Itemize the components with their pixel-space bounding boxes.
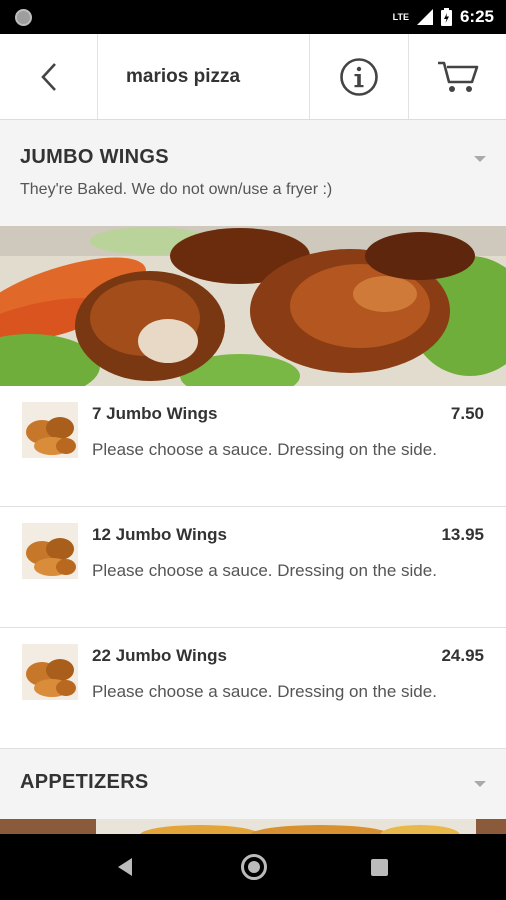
info-icon bbox=[340, 57, 378, 96]
item-description: Please choose a sauce. Dressing on the s… bbox=[92, 561, 437, 580]
item-name: 7 Jumbo Wings bbox=[92, 404, 218, 423]
caret-down-icon[interactable] bbox=[474, 156, 486, 162]
app-toolbar: marios pizza bbox=[0, 34, 506, 120]
item-description: Please choose a sauce. Dressing on the s… bbox=[92, 682, 437, 701]
nav-recents-icon[interactable] bbox=[371, 859, 388, 876]
section-description: They're Baked. We do not own/use a fryer… bbox=[20, 181, 333, 198]
clock: 6:25 bbox=[459, 7, 494, 26]
section-title: JUMBO WINGS bbox=[20, 146, 169, 168]
nav-home-icon[interactable] bbox=[241, 854, 267, 880]
item-name: 22 Jumbo Wings bbox=[92, 646, 227, 665]
battery-icon bbox=[440, 8, 452, 26]
menu-item[interactable]: 22 Jumbo Wings 24.95 Please choose a sau… bbox=[0, 628, 506, 749]
status-bar: LTE 6:25 bbox=[0, 0, 506, 34]
item-description: Please choose a sauce. Dressing on the s… bbox=[92, 440, 437, 459]
signal-icon bbox=[416, 9, 433, 25]
section-header-jumbo-wings[interactable]: JUMBO WINGS They're Baked. We do not own… bbox=[0, 120, 506, 226]
system-nav-bar bbox=[0, 834, 506, 900]
section-hero-image bbox=[0, 819, 506, 834]
menu-content[interactable]: JUMBO WINGS They're Baked. We do not own… bbox=[0, 120, 506, 834]
section-hero-image bbox=[0, 226, 506, 386]
nav-back-icon[interactable] bbox=[118, 858, 132, 876]
notification-icon bbox=[15, 9, 32, 26]
cart-icon bbox=[437, 61, 478, 92]
item-name: 12 Jumbo Wings bbox=[92, 525, 227, 544]
menu-item[interactable]: 7 Jumbo Wings 7.50 Please choose a sauce… bbox=[0, 386, 506, 507]
caret-down-icon[interactable] bbox=[474, 781, 486, 787]
network-type: LTE bbox=[392, 12, 409, 22]
menu-item[interactable]: 12 Jumbo Wings 13.95 Please choose a sau… bbox=[0, 507, 506, 628]
chevron-left-icon bbox=[40, 62, 56, 91]
restaurant-title: marios pizza bbox=[98, 34, 310, 119]
item-price: 24.95 bbox=[441, 646, 484, 665]
item-price: 7.50 bbox=[450, 404, 484, 423]
item-price: 13.95 bbox=[441, 525, 484, 544]
section-title: APPETIZERS bbox=[20, 771, 149, 793]
back-button[interactable] bbox=[0, 34, 98, 119]
section-header-appetizers[interactable]: APPETIZERS bbox=[0, 749, 506, 819]
cart-button[interactable] bbox=[409, 34, 506, 119]
info-button[interactable] bbox=[310, 34, 409, 119]
